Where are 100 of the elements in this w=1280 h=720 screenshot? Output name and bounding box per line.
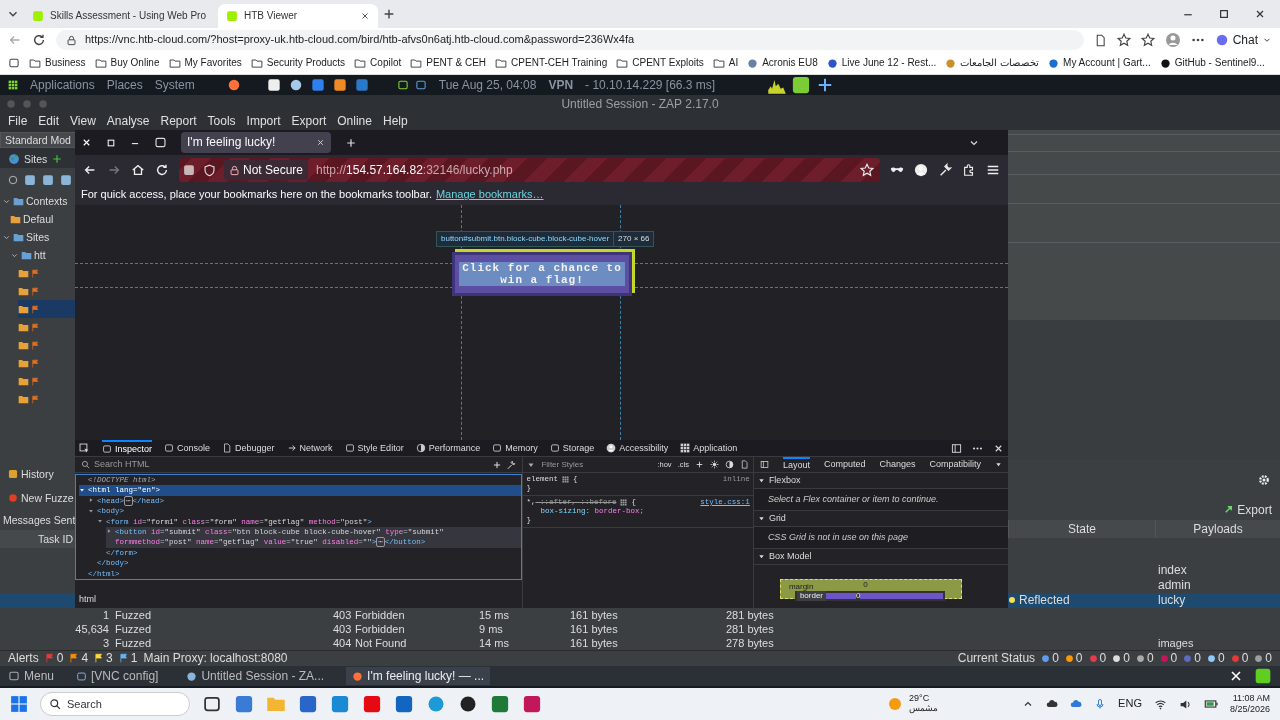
section-header[interactable]: Box Model bbox=[768, 551, 812, 562]
devtools-tab[interactable]: Accessibility bbox=[606, 439, 669, 457]
selector-icon[interactable] bbox=[620, 499, 628, 506]
bookmark-link[interactable]: CPENT Exploits bbox=[632, 57, 704, 69]
bookmark-link[interactable]: Buy Online bbox=[110, 57, 160, 69]
menu-item[interactable]: Import bbox=[246, 114, 281, 129]
layout-tab[interactable]: Computed bbox=[823, 456, 866, 473]
bookmark-link[interactable]: Security Products bbox=[266, 57, 346, 69]
panel-menu[interactable]: System bbox=[154, 77, 195, 93]
column-header[interactable]: Payloads bbox=[1155, 520, 1280, 538]
bookmark-link[interactable]: AI bbox=[728, 57, 739, 69]
menu-item[interactable]: File bbox=[8, 114, 28, 129]
expand-icon[interactable] bbox=[757, 477, 765, 484]
wifi-icon[interactable] bbox=[1153, 697, 1167, 711]
panel-menu[interactable]: Places bbox=[106, 77, 143, 93]
column-header[interactable]: State bbox=[1008, 520, 1155, 538]
expand-icon[interactable] bbox=[106, 528, 112, 535]
tree-item[interactable]: Defaul bbox=[23, 212, 54, 226]
sidebar-icon[interactable] bbox=[759, 460, 769, 469]
panel-tab[interactable]: New Fuzze bbox=[21, 491, 74, 505]
back-icon[interactable] bbox=[83, 163, 97, 177]
dock-icon[interactable] bbox=[951, 442, 962, 454]
menu-icon[interactable] bbox=[986, 163, 1000, 177]
menu-item[interactable]: Help bbox=[382, 114, 408, 129]
expand-icon[interactable] bbox=[79, 486, 85, 493]
manage-bookmarks-link[interactable]: Manage bookmarks… bbox=[435, 188, 544, 202]
settings-icon[interactable] bbox=[1258, 474, 1270, 486]
app-icon[interactable] bbox=[332, 78, 347, 92]
add-icon[interactable] bbox=[51, 153, 64, 165]
clock[interactable]: 11:08 AM 8/25/2026 bbox=[1229, 693, 1270, 715]
close-icon[interactable] bbox=[1254, 8, 1266, 20]
tab-list-icon[interactable] bbox=[154, 136, 167, 149]
cloud-icon[interactable] bbox=[1046, 698, 1059, 710]
profile-avatar-icon[interactable] bbox=[1164, 32, 1181, 48]
browser-tab[interactable]: HTB Viewer bbox=[218, 4, 378, 28]
panel-menu[interactable]: Applications bbox=[30, 77, 95, 93]
language-indicator[interactable]: ENG bbox=[1118, 697, 1142, 711]
desktop-icon[interactable] bbox=[1254, 667, 1272, 685]
export-button[interactable]: Export bbox=[1223, 502, 1272, 518]
tree-item[interactable]: htt bbox=[34, 248, 46, 262]
expand-icon[interactable] bbox=[97, 518, 103, 525]
url-text[interactable]: http://154.57.164.82:32146/lucky.php bbox=[316, 162, 513, 178]
browser-tab[interactable]: Skills Assessment - Using Web Pro bbox=[24, 4, 214, 28]
tree-item[interactable]: Contexts bbox=[26, 194, 68, 208]
expand-icon[interactable] bbox=[88, 507, 94, 514]
expand-icon[interactable] bbox=[757, 515, 765, 522]
menu-item[interactable]: View bbox=[70, 114, 96, 129]
close-tab-icon[interactable] bbox=[360, 11, 370, 21]
home-icon[interactable] bbox=[131, 163, 145, 177]
bookmark-link[interactable]: CPENT-CEH Training bbox=[511, 57, 608, 69]
layout-tab[interactable]: Compatibility bbox=[929, 456, 981, 473]
section-header[interactable]: Grid bbox=[768, 513, 786, 524]
taskbar-window[interactable]: Untitled Session - ZA... bbox=[180, 667, 331, 685]
bookmark-link[interactable]: Live June 12 - Rest... bbox=[841, 57, 937, 69]
new-tab-icon[interactable] bbox=[345, 136, 357, 149]
menu-item[interactable]: Tools bbox=[207, 114, 236, 129]
devtools-tab[interactable]: Storage bbox=[549, 439, 595, 457]
pick-element-icon[interactable] bbox=[79, 442, 90, 454]
section-header[interactable]: Flexbox bbox=[768, 475, 801, 486]
wrench-icon[interactable] bbox=[938, 163, 952, 177]
breadcrumb[interactable]: html bbox=[79, 593, 96, 605]
taskbar-window[interactable]: I'm feeling lucky! — ... bbox=[346, 667, 491, 685]
panel-tab[interactable]: Messages Sent bbox=[3, 513, 76, 527]
menu-item[interactable]: Analyse bbox=[106, 114, 150, 129]
bookmarks-icon[interactable] bbox=[8, 57, 20, 69]
shield-icon[interactable] bbox=[203, 163, 216, 177]
menu-item[interactable]: Edit bbox=[38, 114, 60, 129]
layout-tab[interactable]: Layout bbox=[782, 456, 810, 473]
devtools-tab[interactable]: Style Editor bbox=[344, 439, 404, 457]
bookmark-link[interactable]: Copilot bbox=[370, 57, 402, 69]
panel-tab[interactable]: History bbox=[21, 467, 54, 481]
layout-tab[interactable]: Changes bbox=[879, 456, 916, 473]
reload-icon[interactable] bbox=[32, 33, 46, 47]
toolbar-icon[interactable] bbox=[60, 174, 72, 186]
devtools-tab[interactable]: Debugger bbox=[222, 439, 275, 457]
overflow-icon[interactable] bbox=[995, 461, 1002, 468]
expand-icon[interactable] bbox=[88, 497, 94, 504]
taskbar-window[interactable]: [VNC config] bbox=[70, 667, 165, 685]
tree-item[interactable]: Sites bbox=[26, 230, 50, 244]
app-icon[interactable] bbox=[202, 694, 222, 714]
round-app-icon[interactable] bbox=[226, 78, 241, 92]
close-tab-icon[interactable] bbox=[316, 138, 325, 147]
devtools-tab[interactable]: Performance bbox=[415, 439, 481, 457]
terminal-icon[interactable] bbox=[414, 79, 427, 91]
bookmark-link[interactable]: My Account | Gart... bbox=[1063, 57, 1151, 69]
round-app-icon[interactable] bbox=[288, 78, 303, 92]
selector-icon[interactable] bbox=[561, 476, 569, 483]
apps-grid-icon[interactable] bbox=[8, 80, 18, 90]
browser-tab[interactable]: I'm feeling lucky! bbox=[181, 132, 331, 153]
toolbar-icon[interactable] bbox=[42, 174, 54, 186]
bookmark-link[interactable]: My Favorites bbox=[184, 57, 242, 69]
security-badge[interactable]: Not Secure bbox=[224, 160, 309, 180]
add-rule-icon[interactable] bbox=[694, 460, 704, 469]
menu-button[interactable]: Menu bbox=[8, 668, 55, 684]
expand-icon[interactable] bbox=[757, 553, 765, 560]
menu-item[interactable]: Online bbox=[337, 114, 372, 129]
chat-button[interactable]: Chat bbox=[1232, 32, 1258, 48]
toolbar-icon[interactable] bbox=[24, 174, 36, 186]
table-row[interactable]: Reflected lucky bbox=[1008, 593, 1280, 608]
dark-theme-icon[interactable] bbox=[724, 460, 734, 469]
